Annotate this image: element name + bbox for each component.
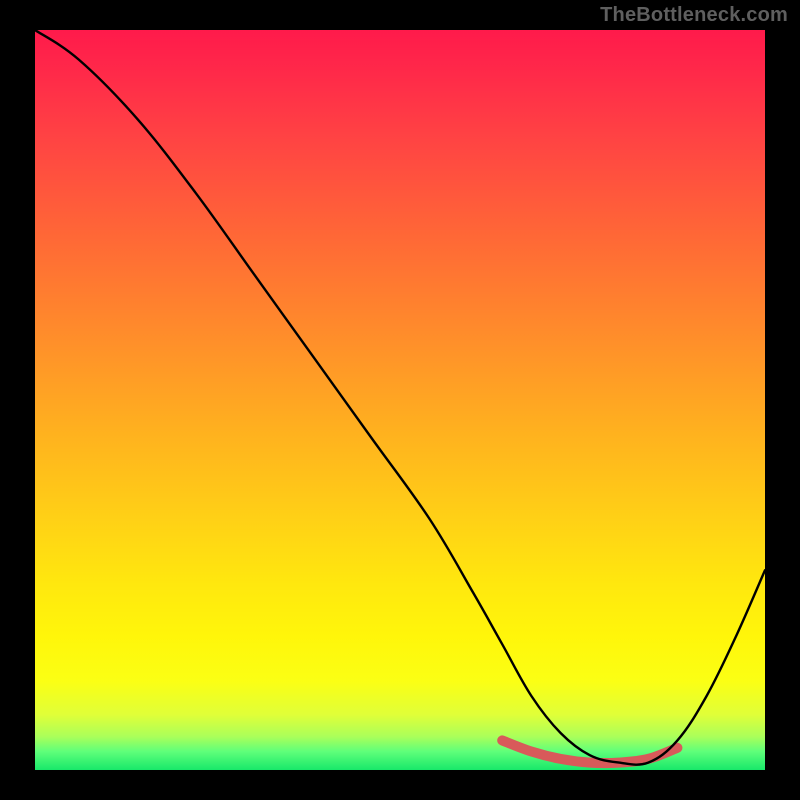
optimal-range-marker (502, 740, 677, 763)
watermark-text: TheBottleneck.com (600, 4, 788, 27)
bottleneck-curve (35, 30, 765, 765)
plot-area (35, 30, 765, 770)
chart-frame: TheBottleneck.com (0, 0, 800, 800)
curve-layer (35, 30, 765, 770)
